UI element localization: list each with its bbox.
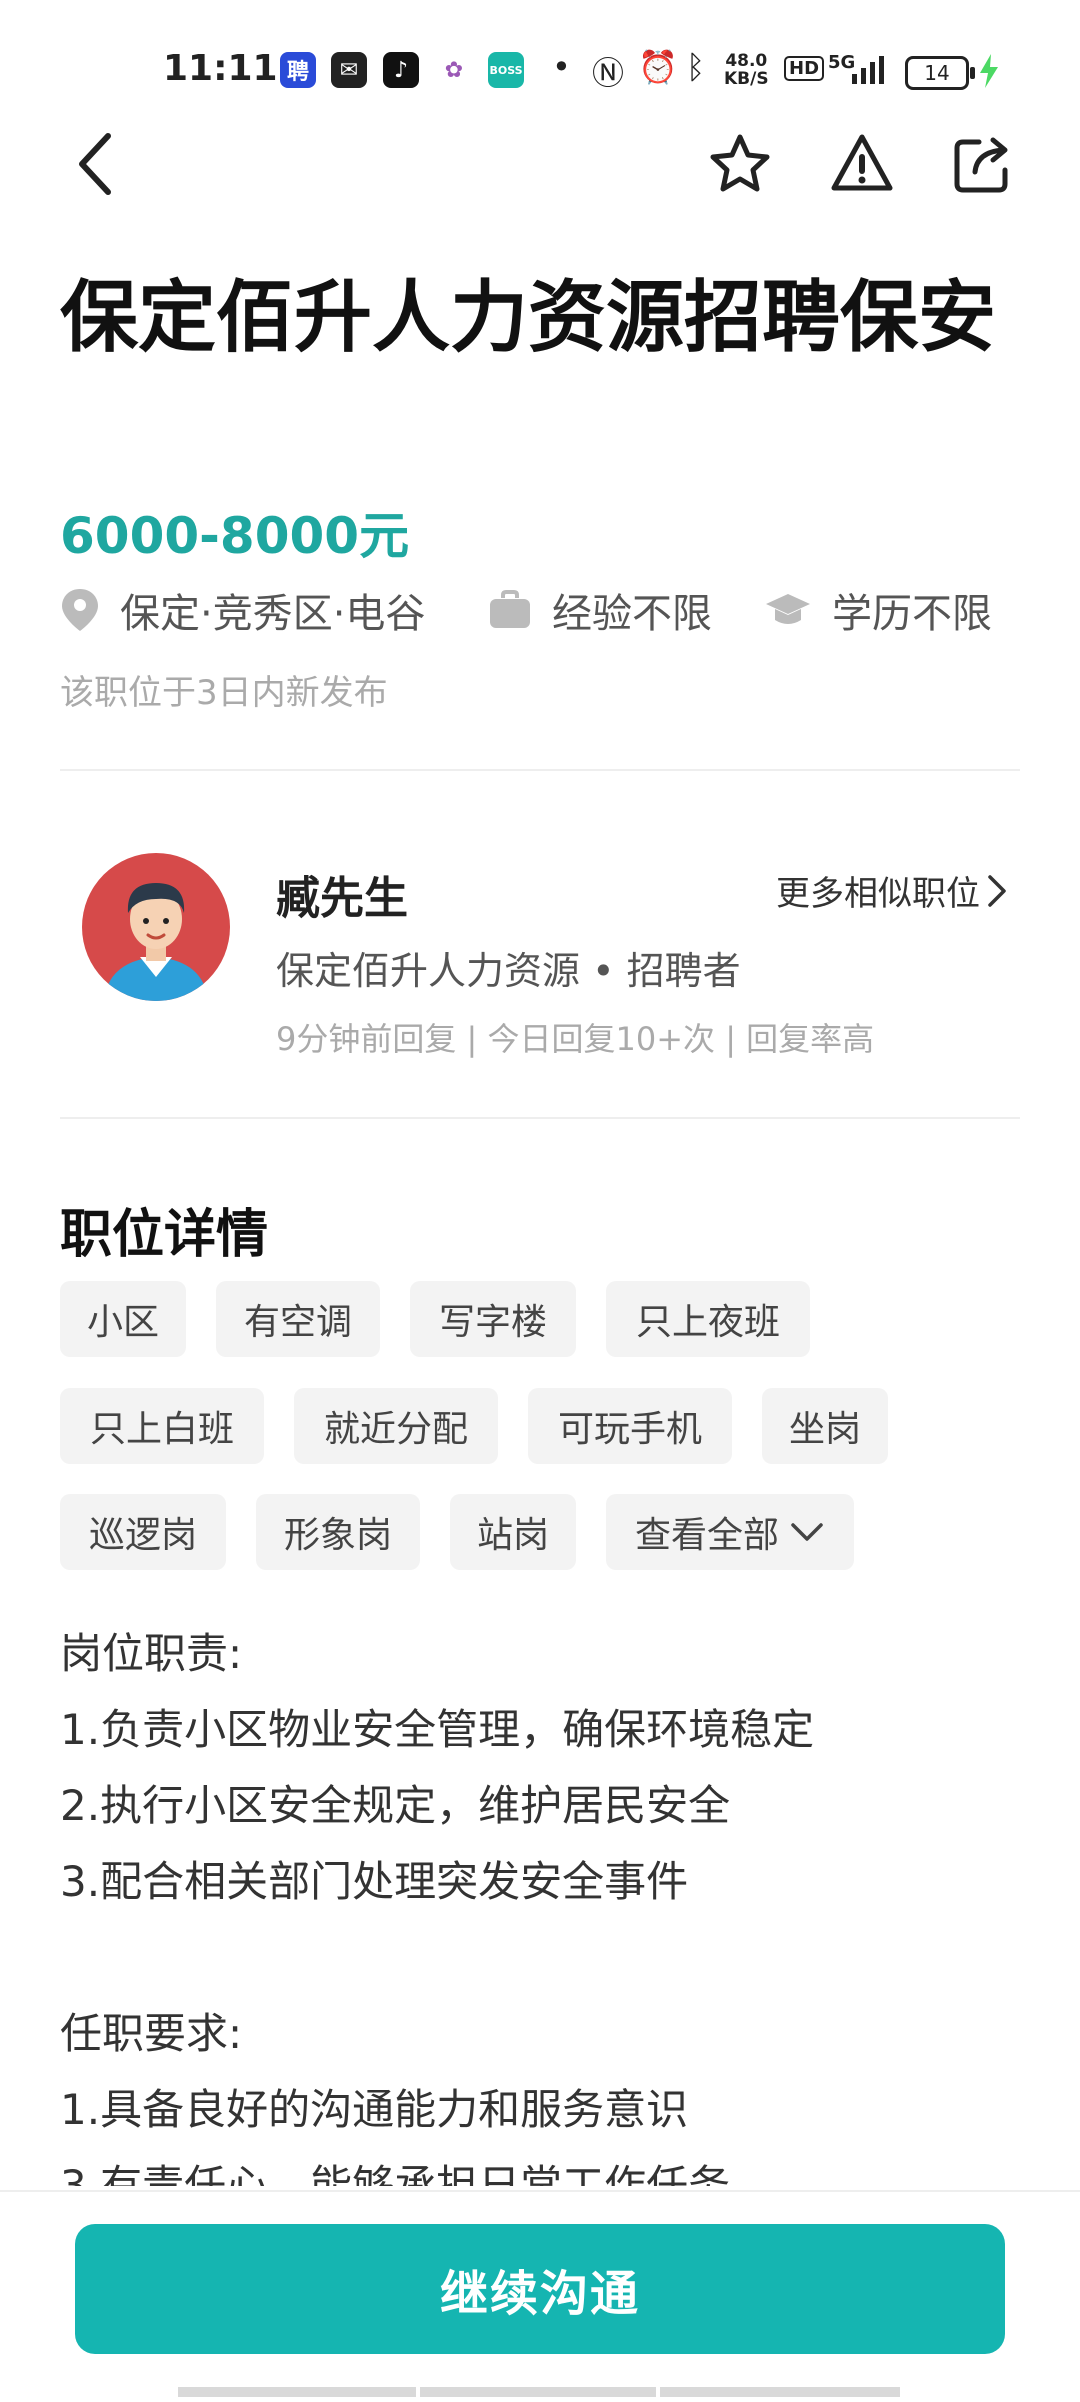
tag-item[interactable]: 形象岗 <box>256 1494 420 1570</box>
alarm-icon: ⏰ <box>638 48 678 86</box>
job-description: 岗位职责: 1.负责小区物业安全管理，确保环境稳定 2.执行小区安全规定，维护居… <box>60 1629 815 2186</box>
more-similar-jobs-link[interactable]: 更多相似职位 <box>776 866 1008 915</box>
more-similar-jobs-label: 更多相似职位 <box>776 874 980 914</box>
view-all-label: 查看全部 <box>634 1515 779 1556</box>
nfc-icon: Ⓝ <box>592 54 625 92</box>
continue-chat-button[interactable]: 继续沟通 <box>75 2224 1005 2354</box>
salary: 6000-8000元 <box>60 507 410 565</box>
tag-item[interactable]: 写字楼 <box>410 1281 576 1357</box>
experience-text: 经验不限 <box>552 591 712 637</box>
share-button[interactable] <box>947 128 1019 200</box>
section-title: 职位详情 <box>60 1205 269 1265</box>
chevron-right-icon <box>988 874 1006 907</box>
status-bar: 11:11 聘 ✉ ♪ ✿ BOSS • Ⓝ ⏰ ᛒ 48.0 KB/S HD … <box>0 0 1080 130</box>
gesture-bar-segment <box>660 2387 900 2397</box>
favorite-button[interactable] <box>704 128 776 200</box>
hd-icon: HD <box>784 56 825 81</box>
boss-app-icon: BOSS <box>488 52 524 88</box>
tag-item[interactable]: 就近分配 <box>294 1388 498 1464</box>
tag-item[interactable]: 有空调 <box>216 1281 380 1357</box>
graduation-cap-icon <box>766 594 810 624</box>
recruiter-company: 保定佰升人力资源 • 招聘者 <box>276 949 741 993</box>
location-pin-icon <box>62 589 98 631</box>
posted-notice: 该职位于3日内新发布 <box>60 673 388 713</box>
network-speed: 48.0 KB/S <box>724 52 769 88</box>
avatar[interactable] <box>82 853 230 1001</box>
mail-notification-icon: ✉ <box>331 52 367 88</box>
chevron-down-icon <box>791 1523 823 1541</box>
location-text: 保定·竞秀区·电谷 <box>120 591 426 637</box>
bluetooth-icon: ᛒ <box>686 48 706 86</box>
warning-icon <box>831 134 893 191</box>
divider <box>60 769 1020 771</box>
recruiter-stats: 9分钟前回复 | 今日回复10+次 | 回复率高 <box>276 1020 875 1058</box>
charging-icon <box>980 54 998 88</box>
status-time: 11:11 <box>163 48 278 89</box>
location-meta: 保定·竞秀区·电谷 <box>60 580 425 640</box>
speed-unit: KB/S <box>724 69 769 89</box>
app-notification-icon: 聘 <box>280 52 316 88</box>
tag-item[interactable]: 可玩手机 <box>528 1388 732 1464</box>
job-title: 保定佰升人力资源招聘保安 <box>60 273 997 363</box>
education-text: 学历不限 <box>832 591 992 637</box>
speed-value: 48.0 <box>725 51 768 71</box>
star-icon <box>710 134 770 192</box>
tag-item[interactable]: 只上白班 <box>60 1388 264 1464</box>
back-arrow-icon <box>79 133 111 195</box>
education-meta: 学历不限 <box>764 580 992 640</box>
tag-item[interactable]: 站岗 <box>450 1494 576 1570</box>
tag-item[interactable]: 巡逻岗 <box>60 1494 226 1570</box>
battery-icon: 14 <box>905 56 975 90</box>
tiktok-notification-icon: ♪ <box>383 52 419 88</box>
recruiter-avatar-icon <box>104 883 208 1001</box>
report-button[interactable] <box>826 128 898 200</box>
view-all-tags-button[interactable]: 查看全部 <box>606 1494 854 1570</box>
recruiter-name: 臧先生 <box>276 873 408 924</box>
dot-icon: • <box>552 48 571 86</box>
tag-item[interactable]: 坐岗 <box>762 1388 888 1464</box>
divider <box>60 1117 1020 1119</box>
gesture-bar-segment <box>420 2387 656 2397</box>
app-cloud-icon: ✿ <box>436 52 472 88</box>
signal-icon <box>852 56 884 84</box>
back-button[interactable] <box>60 128 132 200</box>
tag-item[interactable]: 只上夜班 <box>606 1281 810 1357</box>
tag-item[interactable]: 小区 <box>60 1281 186 1357</box>
experience-meta: 经验不限 <box>488 580 712 640</box>
share-icon <box>954 137 1008 193</box>
briefcase-icon <box>490 590 530 628</box>
gesture-bar-segment <box>178 2387 416 2397</box>
